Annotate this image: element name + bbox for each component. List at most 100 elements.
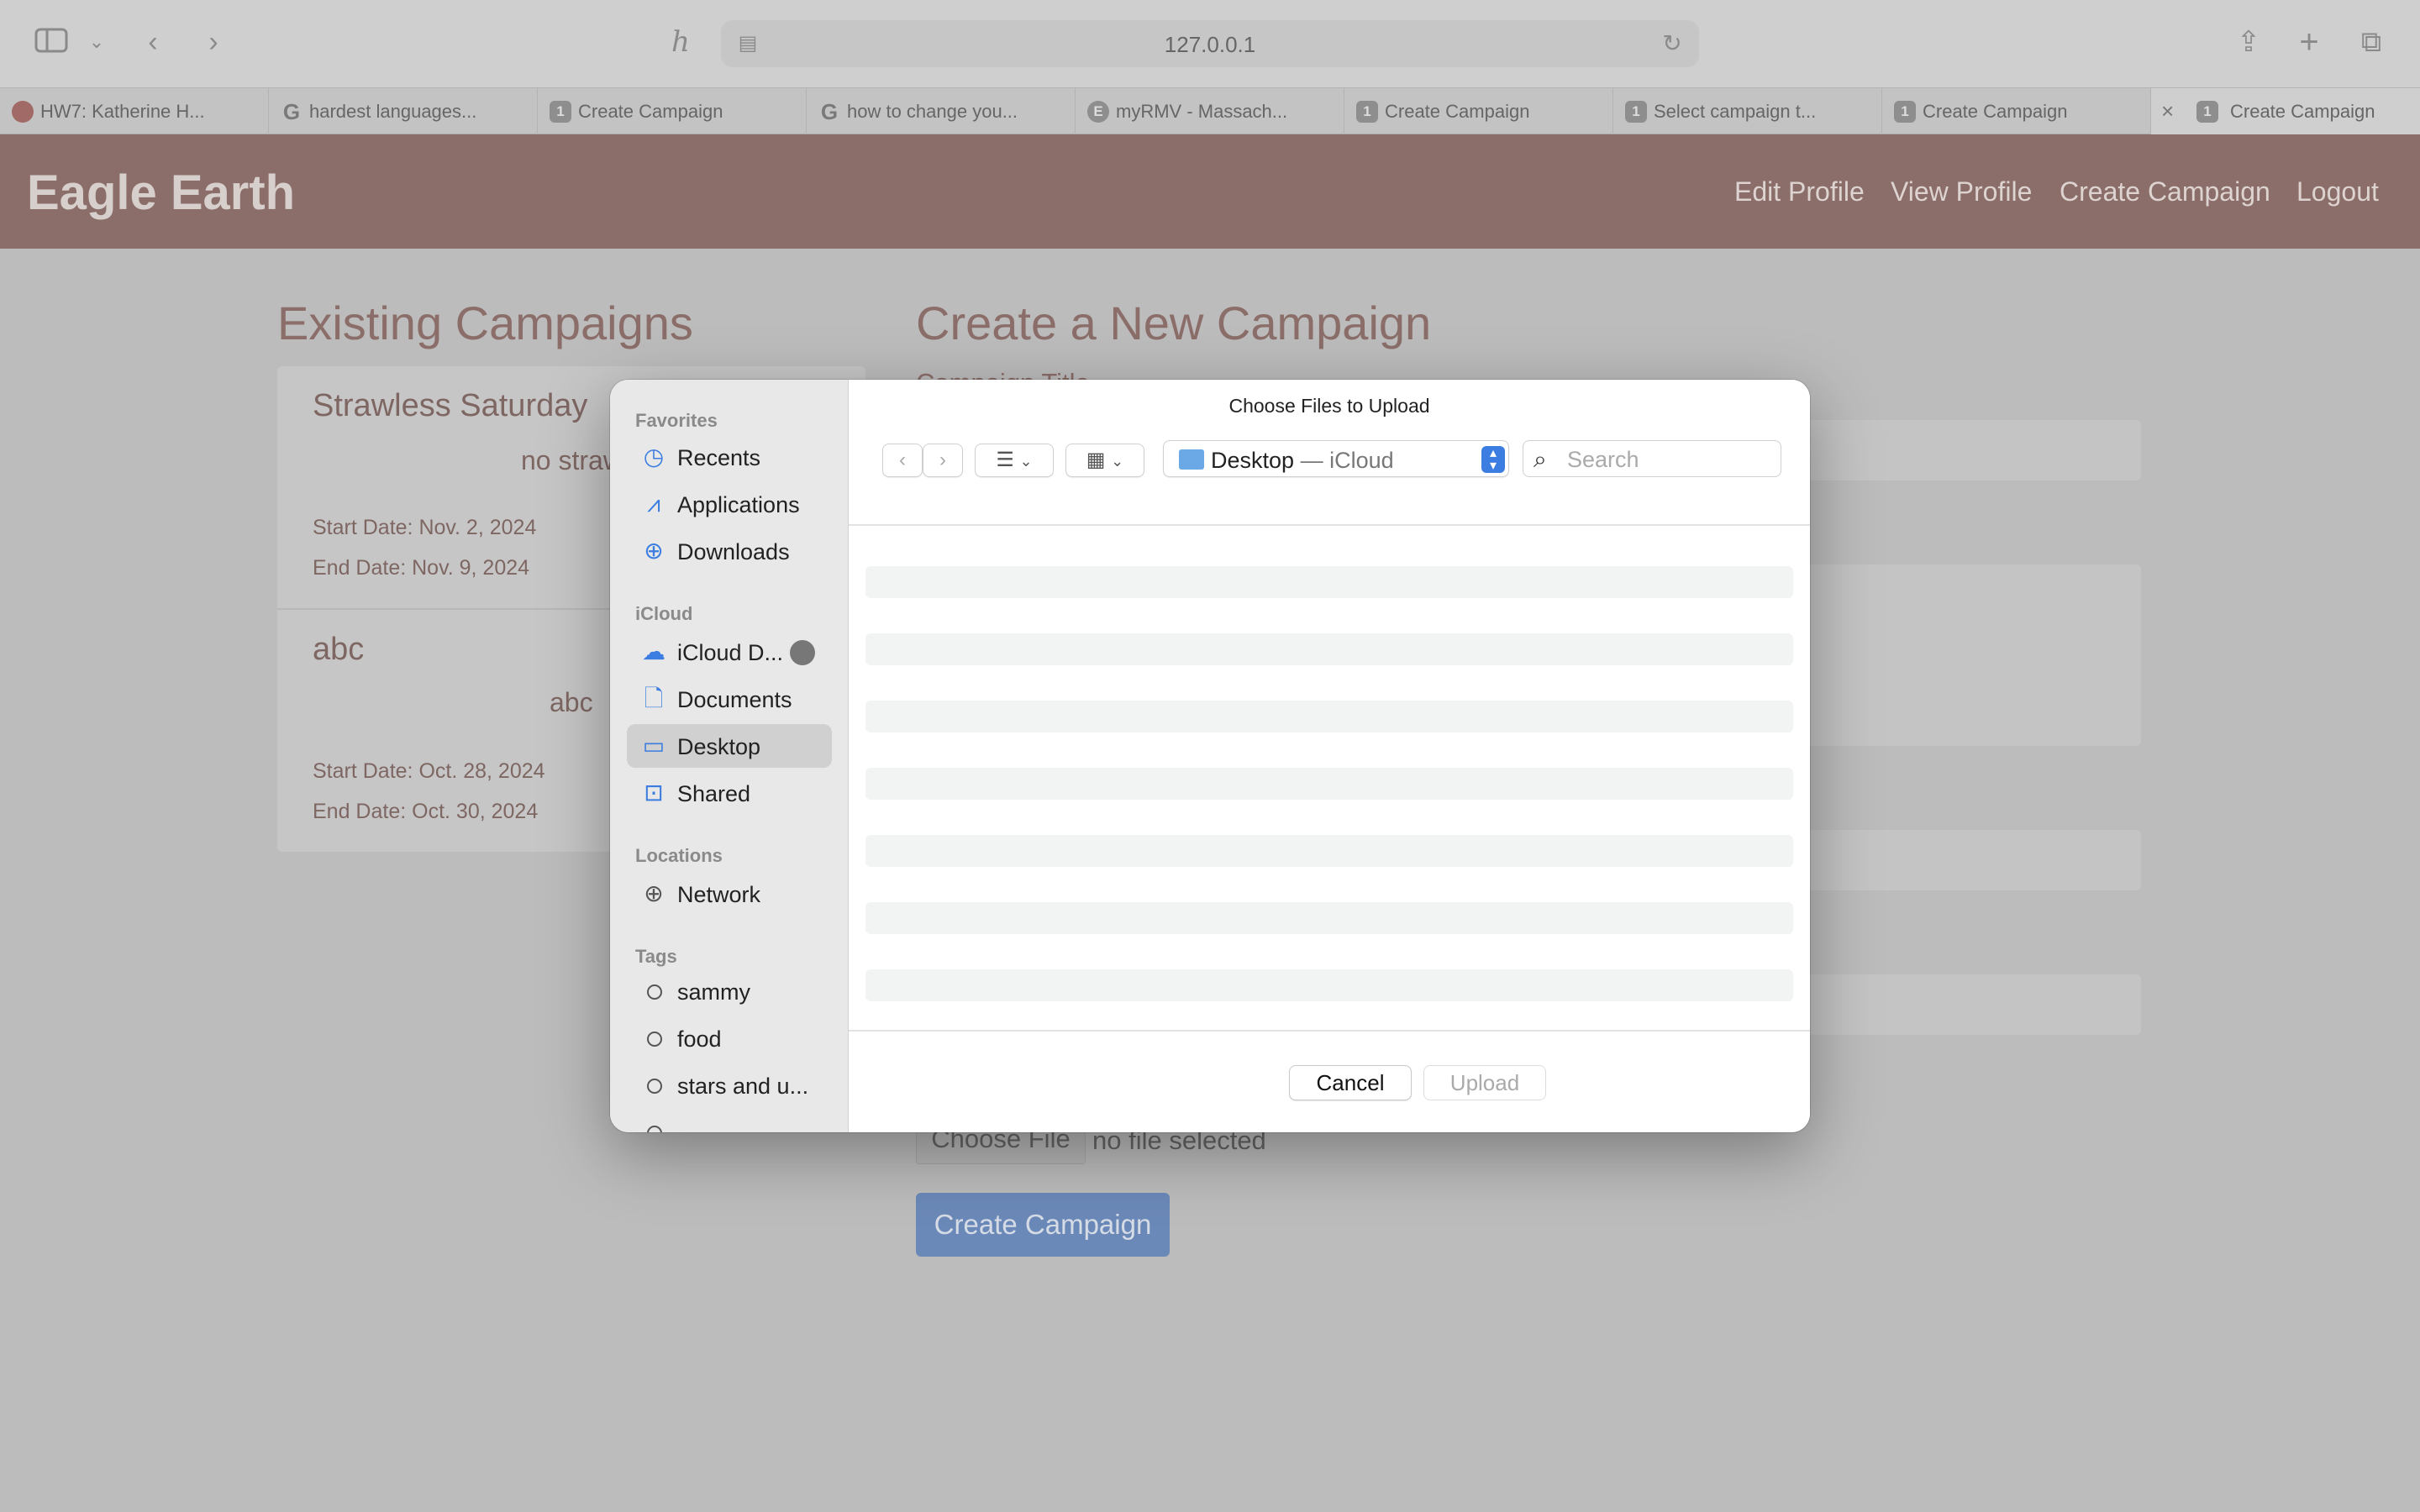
- tag-circle-icon: [647, 1079, 662, 1094]
- campaign-start-date: Start Date: Oct. 28, 2024: [313, 759, 545, 783]
- sidebar-item-label: Network: [677, 882, 761, 907]
- tab[interactable]: 1 Select campaign t...: [1613, 88, 1882, 135]
- forward-arrow-icon[interactable]: ›: [198, 25, 229, 59]
- document-icon: 🗋: [644, 685, 664, 711]
- list-view-icon: ☰: [996, 449, 1014, 471]
- campaign-title[interactable]: Strawless Saturday: [313, 388, 587, 424]
- tab[interactable]: 1 Create Campaign: [1882, 88, 2151, 135]
- dialog-forward-button[interactable]: ›: [923, 444, 963, 477]
- tab-bar: HW7: Katherine H... Ghardest languages..…: [0, 87, 2420, 135]
- reload-icon[interactable]: ↻: [1657, 27, 1687, 60]
- favicon-icon: 1: [1625, 101, 1647, 123]
- tab-label: HW7: Katherine H...: [40, 101, 205, 122]
- divider: [849, 524, 1810, 526]
- cancel-button[interactable]: Cancel: [1289, 1065, 1412, 1100]
- tab-label: Select campaign t...: [1654, 101, 1817, 122]
- favicon-icon: 1: [550, 101, 571, 123]
- upload-button[interactable]: Upload: [1423, 1065, 1546, 1100]
- dialog-back-button[interactable]: ‹: [882, 444, 923, 477]
- tab[interactable]: 1 Create Campaign: [1344, 88, 1613, 135]
- sidebar-item-label: stars and u...: [677, 1074, 809, 1099]
- updown-chevron-icon: ▴ ▾: [1481, 446, 1505, 473]
- address-bar[interactable]: ▤ 127.0.0.1 ↻: [721, 20, 1699, 67]
- tags-header: Tags: [635, 946, 677, 967]
- tab-label: Create Campaign: [1923, 101, 2068, 122]
- location-dropdown[interactable]: Desktop — iCloud ▴ ▾: [1163, 440, 1509, 477]
- sidebar-item-documents[interactable]: 🗋 Documents: [627, 677, 832, 721]
- favicon-icon: 1: [1356, 101, 1378, 123]
- icloud-header: iCloud: [635, 603, 693, 624]
- nav-view-profile[interactable]: View Profile: [1891, 176, 2032, 207]
- sidebar-item-network[interactable]: ⊕ Network: [627, 872, 832, 916]
- tab[interactable]: Ghow to change you...: [807, 88, 1076, 135]
- tab-label: myRMV - Massach...: [1116, 101, 1288, 122]
- sidebar-item-label: Desktop: [677, 734, 761, 759]
- sidebar-tag-item[interactable]: stars and u...: [627, 1063, 832, 1107]
- tab[interactable]: 1 Create Campaign: [538, 88, 807, 135]
- sidebar-tag-item[interactable]: food: [627, 1016, 832, 1060]
- dialog-sidebar: Favorites ◷ Recents ⩘ Applications ⊕ Dow…: [610, 380, 849, 1132]
- tab[interactable]: Ghardest languages...: [269, 88, 538, 135]
- sidebar-item-label: Downloads: [677, 539, 790, 564]
- tab-active[interactable]: × 1 Create Campaign: [2151, 88, 2420, 135]
- search-input[interactable]: [1567, 446, 1769, 473]
- extension-icon[interactable]: h: [664, 25, 697, 59]
- nav-create-campaign[interactable]: Create Campaign: [2060, 176, 2270, 207]
- file-row-placeholder: [865, 566, 1793, 598]
- sidebar-item-label: sammy: [677, 979, 750, 1005]
- brand-logo[interactable]: Eagle Earth: [27, 165, 295, 221]
- sidebar-tag-item[interactable]: sammy: [627, 969, 832, 1013]
- folder-icon: [1179, 449, 1204, 470]
- tab-label: Create Campaign: [2230, 101, 2375, 122]
- sidebar-item-shared[interactable]: ⊡ Shared: [627, 771, 832, 815]
- favicon-icon: [12, 101, 34, 123]
- sidebar-item-applications[interactable]: ⩘ Applications: [627, 482, 832, 526]
- back-arrow-icon[interactable]: ‹: [138, 25, 168, 59]
- location-name: Desktop: [1211, 448, 1295, 473]
- google-favicon-icon: G: [820, 99, 839, 124]
- desktop-icon: ▭: [642, 732, 666, 759]
- campaign-start-date: Start Date: Nov. 2, 2024: [313, 516, 537, 539]
- location-sub: — iCloud: [1300, 448, 1394, 473]
- tag-circle-icon: [647, 984, 662, 1000]
- tab-overview-icon[interactable]: ⧉: [2354, 25, 2388, 59]
- dialog-main-pane: Choose Files to Upload ‹ › ☰ ⌄ ▦ ⌄ Deskt…: [849, 380, 1810, 1132]
- tab-label: Create Campaign: [578, 101, 723, 122]
- chevron-down-icon: ⌄: [1111, 453, 1124, 470]
- favorites-header: Favorites: [635, 410, 718, 431]
- file-row-placeholder: [865, 768, 1793, 800]
- sidebar-tag-item[interactable]: [627, 1110, 832, 1132]
- sidebar-item-label: Documents: [677, 687, 792, 712]
- tab[interactable]: EmyRMV - Massach...: [1076, 88, 1344, 135]
- create-campaign-heading: Create a New Campaign: [916, 297, 1432, 349]
- nav-logout[interactable]: Logout: [2296, 176, 2379, 207]
- sidebar-item-label: iCloud D...: [677, 640, 784, 665]
- existing-campaigns-heading: Existing Campaigns: [277, 297, 693, 349]
- grid-view-icon: ▦: [1086, 449, 1106, 471]
- sidebar-item-recents[interactable]: ◷ Recents: [627, 435, 832, 479]
- list-view-button[interactable]: ☰ ⌄: [975, 444, 1054, 477]
- shared-folder-icon: ⊡: [644, 780, 664, 806]
- nav-edit-profile[interactable]: Edit Profile: [1734, 176, 1865, 207]
- create-campaign-button[interactable]: Create Campaign: [916, 1193, 1170, 1257]
- file-row-placeholder: [865, 969, 1793, 1001]
- file-row-placeholder: [865, 835, 1793, 867]
- new-tab-icon[interactable]: +: [2292, 25, 2326, 59]
- dialog-search-box[interactable]: ⌕: [1523, 440, 1781, 477]
- campaign-title[interactable]: abc: [313, 632, 364, 668]
- sidebar-item-icloud-drive[interactable]: ☁ iCloud D...: [627, 630, 832, 674]
- dialog-title: Choose Files to Upload: [1228, 395, 1430, 417]
- campaign-end-date: End Date: Nov. 9, 2024: [313, 556, 530, 580]
- cloud-icon: ☁: [642, 638, 666, 664]
- clock-icon: ◷: [643, 444, 665, 470]
- sidebar-item-desktop[interactable]: ▭ Desktop: [627, 724, 832, 768]
- sidebar-item-downloads[interactable]: ⊕ Downloads: [627, 529, 832, 573]
- chevron-down-icon[interactable]: ⌄: [86, 25, 108, 59]
- tab[interactable]: HW7: Katherine H...: [0, 88, 269, 135]
- sync-status-icon: [790, 640, 815, 665]
- group-view-button[interactable]: ▦ ⌄: [1065, 444, 1144, 477]
- divider: [849, 1030, 1810, 1032]
- share-icon[interactable]: ⇪: [2232, 25, 2265, 59]
- sidebar-toggle-icon[interactable]: [32, 27, 71, 61]
- close-tab-icon[interactable]: ×: [2161, 98, 2174, 124]
